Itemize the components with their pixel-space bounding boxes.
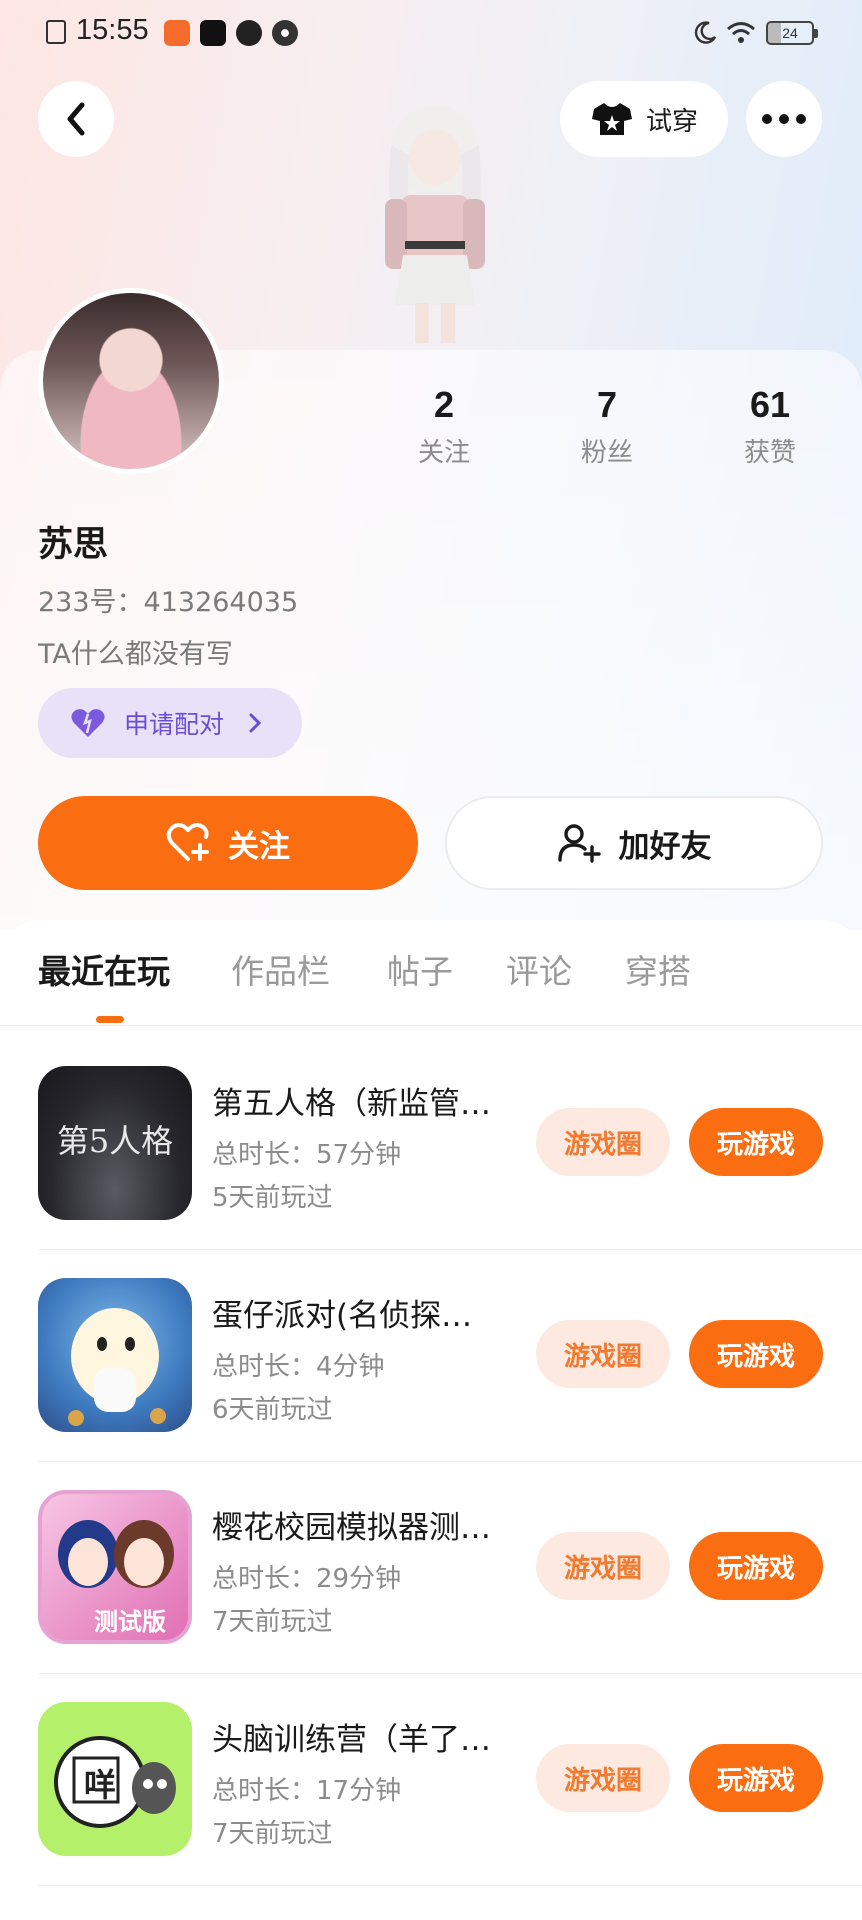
username: 苏思	[38, 525, 109, 565]
game-title: 头脑训练营（羊了…	[212, 1722, 491, 1758]
more-dots-icon	[762, 114, 806, 124]
game-last-played: 6天前玩过	[212, 1395, 333, 1425]
message-notification-icon	[236, 20, 262, 46]
play-game-button[interactable]: 玩游戏	[689, 1108, 823, 1176]
chevron-left-icon	[67, 102, 85, 136]
status-bar: 15:55 24	[0, 0, 862, 66]
game-last-played: 7天前玩过	[212, 1819, 333, 1849]
stat-fans-value: 7	[596, 384, 618, 425]
tabs-divider	[0, 1025, 862, 1026]
profile-avatar[interactable]	[38, 288, 224, 474]
heart-pair-icon	[71, 709, 105, 737]
tab-comments[interactable]: 评论	[506, 945, 572, 993]
stat-following-label: 关注	[417, 438, 470, 468]
game-duration: 总时长：4分钟	[212, 1352, 385, 1382]
stat-following-value: 2	[433, 384, 455, 425]
game-row[interactable]: 第5人格 第五人格（新监管… 总时长：57分钟 5天前玩过 游戏圈 玩游戏	[0, 1066, 862, 1278]
try-on-label: 试穿	[645, 106, 698, 137]
stat-fans-label: 粉丝	[580, 438, 633, 468]
row-divider	[38, 1885, 862, 1886]
eggy-party-icon	[38, 1278, 192, 1432]
status-time: 15:55	[76, 14, 149, 46]
fan-notification-icon	[272, 20, 298, 46]
add-friend-label: 加好友	[618, 828, 712, 865]
game-circle-button[interactable]: 游戏圈	[536, 1108, 670, 1176]
stat-following[interactable]: 2 关注	[384, 384, 504, 469]
wifi-icon	[727, 22, 755, 43]
heart-plus-icon	[166, 823, 209, 861]
game-circle-button[interactable]: 游戏圈	[536, 1532, 670, 1600]
game-last-played: 7天前玩过	[212, 1607, 333, 1637]
game-circle-button[interactable]: 游戏圈	[536, 1320, 670, 1388]
tab-works[interactable]: 作品栏	[231, 945, 330, 993]
battery-indicator: 24	[766, 21, 818, 45]
app-notification-icon	[164, 20, 190, 46]
game-row[interactable]: 咩 头脑训练营（羊了… 总时长：17分钟 7天前玩过 游戏圈 玩游戏	[0, 1702, 862, 1914]
request-pair-label: 申请配对	[124, 710, 225, 739]
more-options-button[interactable]	[746, 81, 822, 157]
game-row[interactable]: 测试版 樱花校园模拟器测… 总时长：29分钟 7天前玩过 游戏圈 玩游戏	[0, 1490, 862, 1702]
user-id: 233号：413264035	[38, 587, 299, 618]
tab-posts[interactable]: 帖子	[387, 945, 453, 993]
stat-fans[interactable]: 7 粉丝	[547, 384, 667, 469]
add-friend-button[interactable]: 加好友	[445, 796, 823, 890]
row-divider	[38, 1249, 862, 1250]
try-on-button[interactable]: 试穿	[560, 81, 728, 157]
avatar-3d-character	[385, 105, 485, 343]
game-last-played: 5天前玩过	[212, 1183, 333, 1213]
game-title: 第五人格（新监管…	[212, 1086, 491, 1122]
request-pair-button[interactable]: 申请配对	[38, 688, 302, 758]
stat-likes-value: 61	[749, 384, 791, 425]
game-title: 樱花校园模拟器测…	[212, 1510, 491, 1546]
play-game-button[interactable]: 玩游戏	[689, 1744, 823, 1812]
play-game-button[interactable]: 玩游戏	[689, 1320, 823, 1388]
sim-icon	[46, 20, 66, 44]
tab-outfits[interactable]: 穿搭	[625, 945, 691, 993]
stat-likes-label: 获赞	[743, 438, 796, 468]
eggy-character-icon	[68, 1308, 166, 1426]
game-row[interactable]: 蛋仔派对(名侦探… 总时长：4分钟 6天前玩过 游戏圈 玩游戏	[0, 1278, 862, 1490]
sakura-school-icon: 测试版	[38, 1490, 192, 1644]
chevron-right-icon	[249, 713, 262, 733]
play-game-button[interactable]: 玩游戏	[689, 1532, 823, 1600]
video-notification-icon	[200, 20, 226, 46]
game-circle-button[interactable]: 游戏圈	[536, 1744, 670, 1812]
sheep-logo-text: 咩	[83, 1766, 116, 1804]
back-button[interactable]	[38, 81, 114, 157]
user-bio: TA什么都没有写	[38, 639, 233, 670]
game-duration: 总时长：57分钟	[212, 1140, 402, 1170]
follow-label: 关注	[228, 828, 290, 865]
game-title: 蛋仔派对(名侦探…	[212, 1298, 473, 1334]
tab-recently-played[interactable]: 最近在玩	[38, 945, 170, 993]
game-duration: 总时长：17分钟	[212, 1776, 402, 1806]
identity-v-icon: 第5人格	[38, 1066, 192, 1220]
row-divider	[38, 1673, 862, 1674]
row-divider	[38, 1461, 862, 1462]
follow-button[interactable]: 关注	[38, 796, 418, 890]
profile-tabs: 最近在玩 作品栏 帖子 评论 穿搭	[0, 945, 862, 1025]
beta-version-badge: 测试版	[94, 1608, 166, 1636]
active-tab-indicator	[96, 1016, 124, 1023]
tshirt-icon	[591, 103, 632, 135]
stat-likes[interactable]: 61 获赞	[710, 384, 830, 469]
moon-icon	[694, 21, 717, 44]
add-user-icon	[557, 824, 601, 863]
sheep-game-icon: 咩	[38, 1702, 192, 1856]
game-duration: 总时长：29分钟	[212, 1564, 402, 1594]
identity-v-logo-text: 第5人格	[56, 1122, 174, 1160]
